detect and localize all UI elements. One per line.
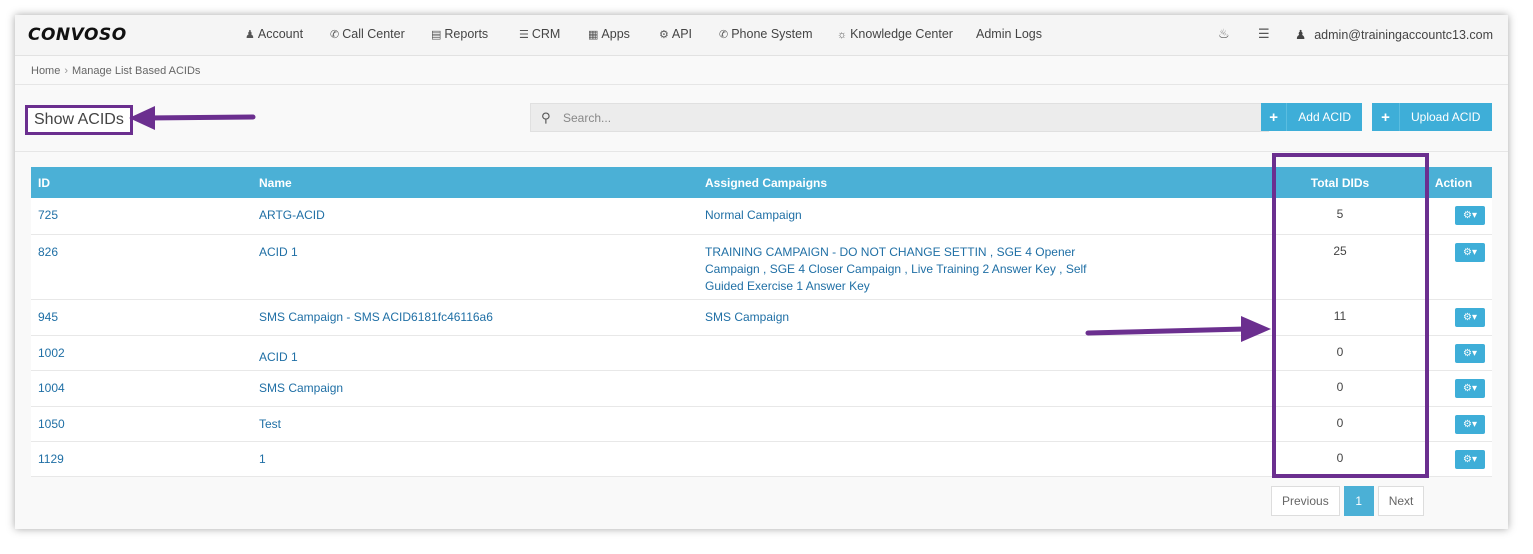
annotation-arrows bbox=[129, 106, 1271, 342]
title-arrow bbox=[129, 106, 256, 130]
app-window: CONVOSO ♟ Account ✆ Call Center ▤ Reports ☰… bbox=[15, 15, 1508, 529]
total-dids-arrow bbox=[1085, 316, 1271, 342]
